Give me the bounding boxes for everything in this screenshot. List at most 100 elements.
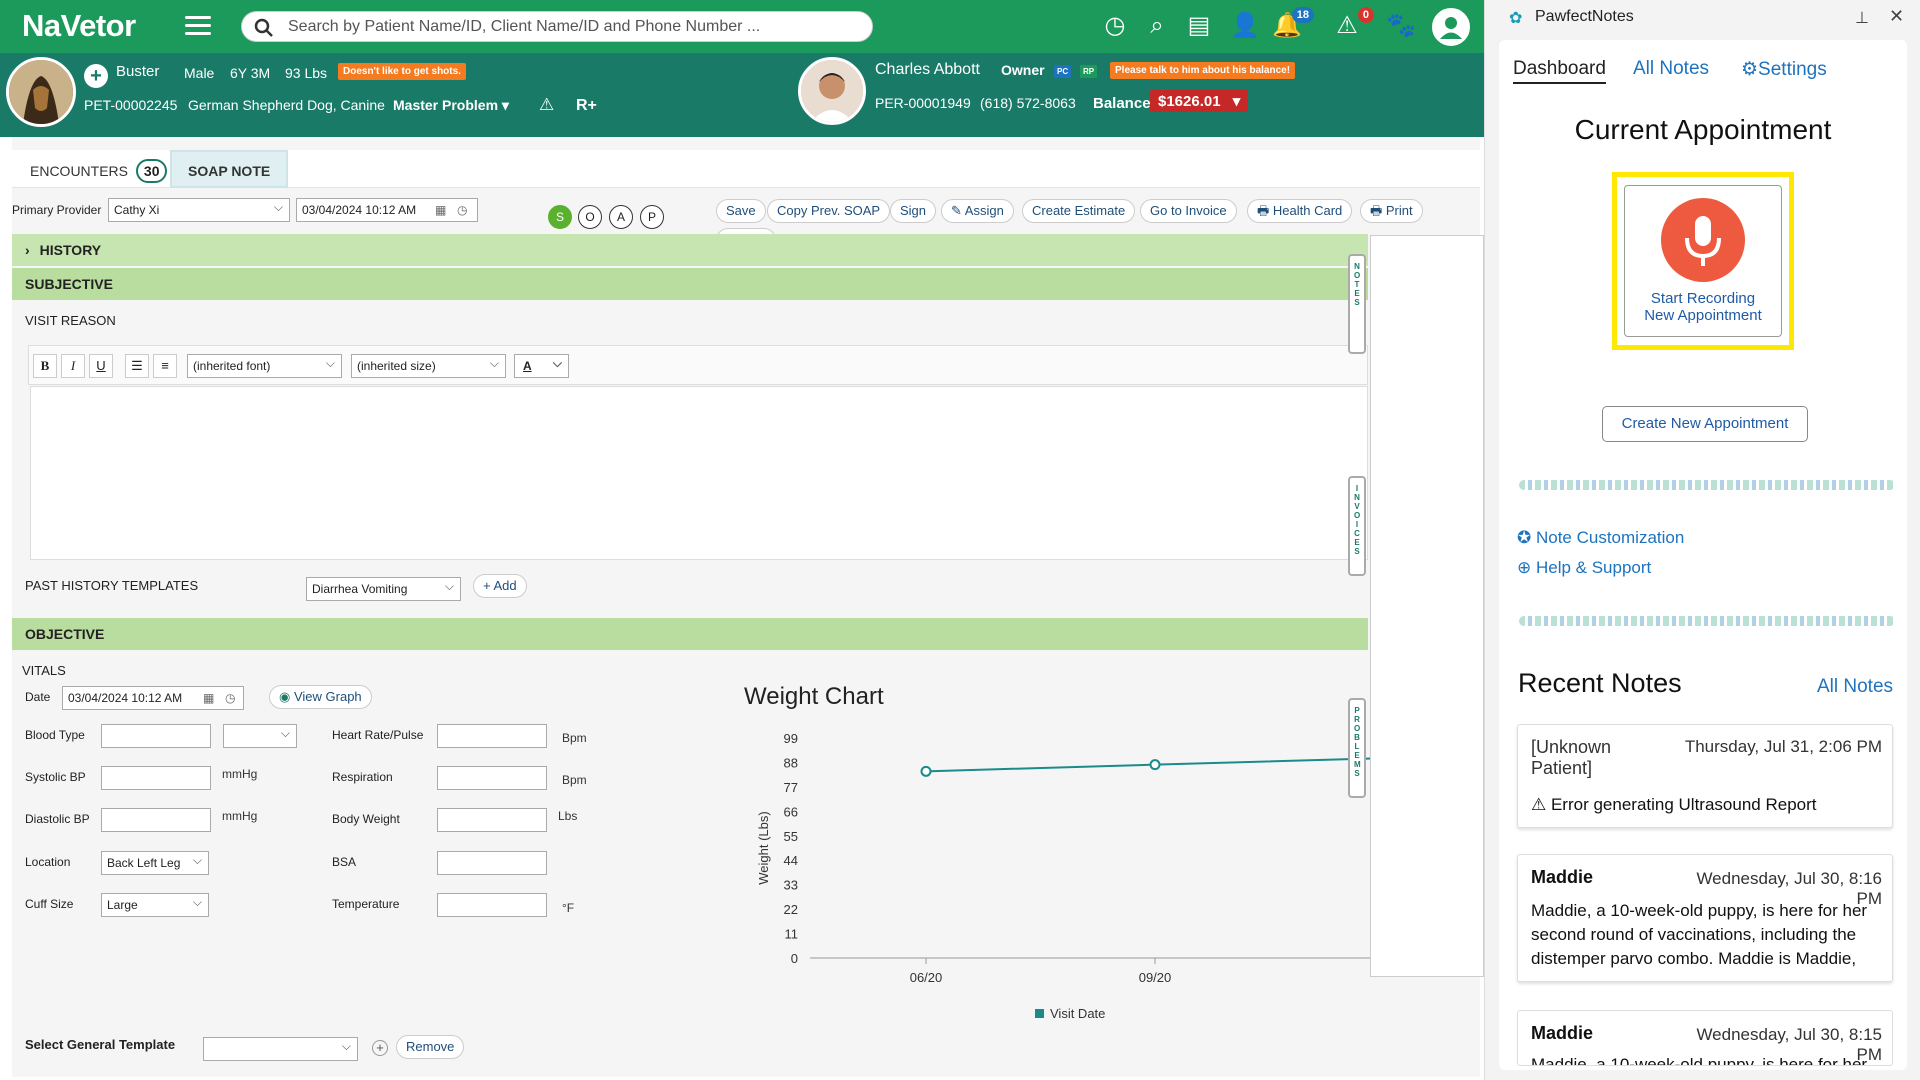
side-tab-notes-label: NOTES: [1354, 262, 1361, 307]
add-circle-icon[interactable]: +: [372, 1040, 388, 1056]
view-graph-button[interactable]: ◉ View Graph: [269, 685, 372, 709]
messages-icon[interactable]: ▤: [1182, 9, 1216, 43]
pet-name[interactable]: Buster: [116, 63, 159, 80]
italic-button[interactable]: I: [61, 354, 85, 378]
bold-button[interactable]: B: [33, 354, 57, 378]
search-input[interactable]: [288, 17, 858, 37]
search-chat-icon[interactable]: ⌕: [1140, 9, 1174, 43]
print-button[interactable]: 🖶 Print: [1360, 199, 1423, 223]
blood-type-input[interactable]: [101, 724, 211, 748]
text-color-select[interactable]: A: [514, 354, 569, 378]
eye-icon: ◉: [279, 689, 294, 704]
underline-button[interactable]: U: [89, 354, 113, 378]
balance-badge[interactable]: $1626.01 ▾: [1150, 90, 1249, 112]
warning-icon[interactable]: ⚠ 0: [1330, 7, 1374, 43]
add-template-button[interactable]: + Add: [473, 574, 527, 598]
general-template-label: Select General Template: [25, 1037, 176, 1052]
side-tab-notes[interactable]: NOTES: [1348, 254, 1366, 354]
y-tick-label: 77: [784, 780, 798, 795]
y-tick-label: 66: [784, 804, 798, 819]
clock-icon[interactable]: ◷: [225, 687, 235, 709]
printer-icon: 🖶: [1370, 203, 1386, 218]
body-weight-label: Body Weight: [332, 812, 400, 826]
nav-dashboard[interactable]: Dashboard: [1513, 58, 1606, 84]
font-select[interactable]: (inherited font): [187, 354, 342, 378]
tab-encounters[interactable]: ENCOUNTERS 30: [14, 152, 183, 190]
patient-bar: + Buster Male 6Y 3M 93 Lbs Doesn't like …: [0, 53, 1484, 137]
pin-icon[interactable]: ⊥: [1855, 8, 1869, 28]
calendar-icon[interactable]: ▦: [435, 199, 446, 221]
create-estimate-button[interactable]: Create Estimate: [1022, 199, 1136, 223]
copy-prev-soap-button[interactable]: Copy Prev. SOAP: [767, 199, 891, 223]
systolic-input[interactable]: [101, 766, 211, 790]
note-customization-link[interactable]: ✪ Note Customization: [1517, 528, 1684, 548]
rplus-label[interactable]: R+: [576, 97, 597, 115]
temperature-input[interactable]: [437, 893, 547, 917]
nav-settings[interactable]: ⚙Settings: [1741, 58, 1827, 81]
warning-icon[interactable]: ⚠: [539, 95, 554, 115]
help-support-link[interactable]: ⊕ Help & Support: [1517, 558, 1651, 578]
bsa-input[interactable]: [437, 851, 547, 875]
side-tab-problems[interactable]: PROBLEMS: [1348, 698, 1366, 798]
owner-phone: (618) 572-8063: [980, 95, 1076, 111]
soap-p-button[interactable]: P: [640, 205, 664, 229]
y-tick-label: 33: [784, 878, 798, 893]
general-template-select[interactable]: [203, 1037, 358, 1061]
start-recording-button[interactable]: Start Recording New Appointment: [1624, 185, 1782, 337]
clock-icon[interactable]: ◷: [1098, 9, 1132, 43]
past-history-select[interactable]: Diarrhea Vomiting: [306, 577, 461, 601]
master-problem-label: Master Problem: [393, 97, 499, 113]
numbered-list-icon[interactable]: ≡: [153, 354, 177, 378]
body-weight-input[interactable]: [437, 808, 547, 832]
app-root: NaVetor ◷ ⌕ ▤ 👤 🔔18 ⚠0 🐾 + Buster Male 6…: [0, 0, 1920, 1080]
soap-datetime-field[interactable]: 03/04/2024 10:12 AM ▦ ◷: [296, 198, 478, 222]
master-problem-dropdown[interactable]: Master Problem ▾: [393, 97, 509, 114]
location-select[interactable]: Back Left Leg: [101, 851, 209, 875]
health-card-button[interactable]: 🖶 Health Card: [1247, 199, 1353, 223]
owner-name[interactable]: Charles Abbott: [875, 61, 980, 79]
blood-type-select[interactable]: [223, 724, 297, 748]
menu-icon[interactable]: [185, 16, 211, 36]
recent-all-notes-link[interactable]: All Notes: [1817, 676, 1893, 698]
global-search[interactable]: [241, 11, 873, 42]
bell-icon[interactable]: 🔔 18: [1270, 7, 1314, 43]
diastolic-input[interactable]: [101, 808, 211, 832]
vitals-date-field[interactable]: 03/04/2024 10:12 AM ▦ ◷: [62, 686, 244, 710]
respiration-input[interactable]: [437, 766, 547, 790]
legend-label: Visit Date: [1050, 1006, 1105, 1020]
save-button[interactable]: Save: [716, 199, 766, 223]
note-date: Thursday, Jul 31, 2:06 PM: [1684, 737, 1882, 756]
remove-button[interactable]: Remove: [396, 1035, 465, 1059]
go-to-invoice-button[interactable]: Go to Invoice: [1140, 199, 1237, 223]
user-avatar[interactable]: [1432, 8, 1470, 46]
assign-button[interactable]: ✎ Assign: [941, 199, 1014, 223]
create-appointment-button[interactable]: Create New Appointment: [1602, 406, 1808, 442]
panel-card: Dashboard All Notes ⚙Settings Current Ap…: [1499, 40, 1907, 1070]
primary-provider-select[interactable]: Cathy Xi: [108, 198, 290, 222]
calendar-icon[interactable]: ▦: [203, 687, 214, 709]
current-appointment-heading: Current Appointment: [1574, 114, 1832, 145]
history-section[interactable]: › HISTORY: [12, 234, 1368, 266]
note-card[interactable]: Maddie Wednesday, Jul 30, 8:16 PM Maddie…: [1517, 854, 1893, 982]
soap-a-button[interactable]: A: [609, 205, 633, 229]
side-tab-invoices[interactable]: INVOICES: [1348, 476, 1366, 576]
close-icon[interactable]: ✕: [1889, 6, 1904, 27]
note-card[interactable]: Maddie Wednesday, Jul 30, 8:15 PM Maddie…: [1517, 1010, 1893, 1066]
size-select[interactable]: (inherited size): [351, 354, 506, 378]
clock-icon[interactable]: ◷: [457, 199, 467, 221]
assign-icon: ✎: [951, 203, 965, 218]
heart-rate-input[interactable]: [437, 724, 547, 748]
paw-icon[interactable]: 🐾: [1384, 9, 1418, 43]
cuff-size-select[interactable]: Large: [101, 893, 209, 917]
soap-s-button[interactable]: S: [548, 205, 572, 229]
add-user-icon[interactable]: 👤: [1228, 9, 1262, 43]
note-card[interactable]: [Unknown Patient] Thursday, Jul 31, 2:06…: [1517, 724, 1893, 828]
soap-o-button[interactable]: O: [578, 205, 602, 229]
tab-soap-note[interactable]: SOAP NOTE: [170, 150, 289, 188]
nav-all-notes[interactable]: All Notes: [1633, 58, 1709, 80]
sign-button[interactable]: Sign: [890, 199, 937, 223]
visit-reason-editor[interactable]: [30, 386, 1368, 560]
note-title: Maddie: [1531, 867, 1594, 887]
add-icon[interactable]: +: [84, 64, 108, 88]
bullet-list-icon[interactable]: ☰: [125, 354, 149, 378]
